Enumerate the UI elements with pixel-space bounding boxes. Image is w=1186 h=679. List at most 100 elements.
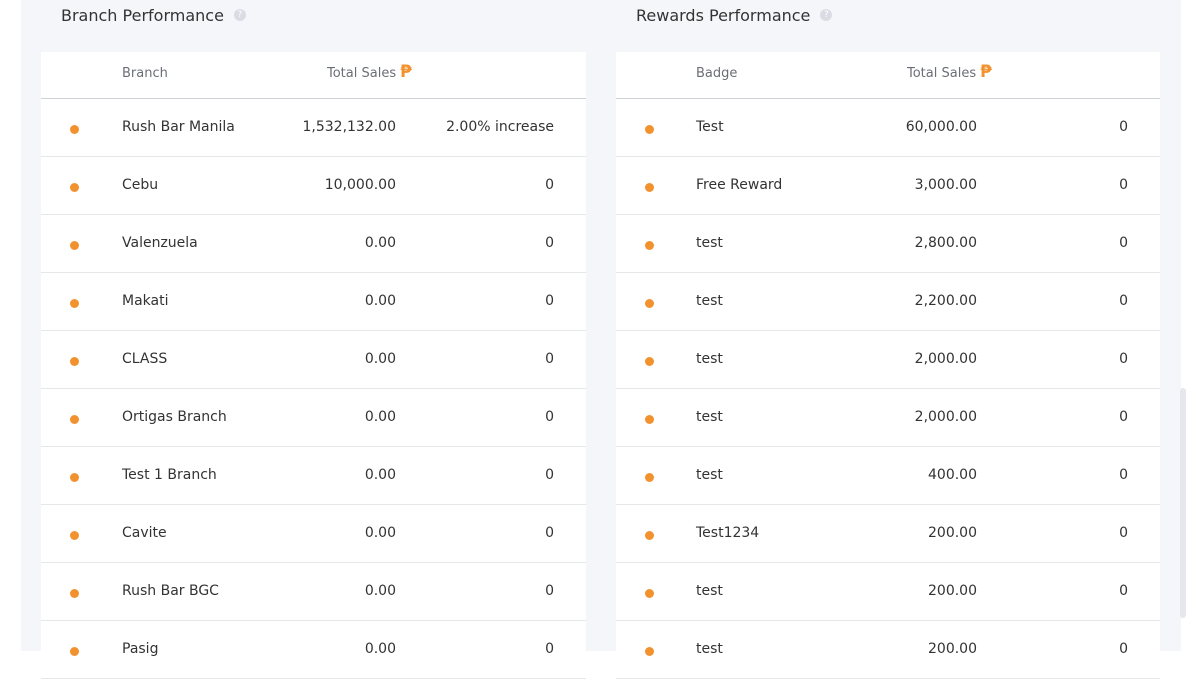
row-change: 0 — [545, 583, 554, 599]
table-row[interactable]: Pasig 0.00 0 — [41, 621, 586, 679]
row-total-sales: 0.00 — [364, 409, 396, 425]
status-dot — [70, 241, 79, 250]
row-name: Rush Bar BGC — [122, 583, 219, 599]
table-body: Test 60,000.00 0 Free Reward 3,000.00 0 test 2,… — [616, 99, 1160, 679]
table-row[interactable]: Rush Bar BGC 0.00 0 — [41, 563, 586, 621]
column-header-total-sales[interactable]: Total Sales ₱ — [327, 62, 412, 82]
page-scrollbar[interactable] — [1180, 388, 1186, 618]
row-name: Test 1 Branch — [122, 467, 217, 483]
table-row[interactable]: Free Reward 3,000.00 0 — [616, 157, 1160, 215]
table-row[interactable]: Makati 0.00 0 — [41, 273, 586, 331]
row-name: test — [696, 467, 723, 483]
row-total-sales: 400.00 — [928, 467, 977, 483]
table-row[interactable]: Test1234 200.00 0 — [616, 505, 1160, 563]
row-total-sales: 2,000.00 — [914, 351, 977, 367]
row-name: Makati — [122, 293, 169, 309]
row-total-sales: 2,200.00 — [914, 293, 977, 309]
table-row[interactable]: Test 60,000.00 0 — [616, 99, 1160, 157]
column-header-total-sales[interactable]: Total Sales ₱ — [907, 62, 992, 82]
row-total-sales: 0.00 — [364, 583, 396, 599]
row-change: 0 — [1119, 119, 1128, 135]
peso-icon: ₱ — [980, 62, 992, 82]
rewards-performance-panel: Rewards Performance ? Badge Total Sales ₱… — [616, 0, 1160, 679]
row-total-sales: 0.00 — [364, 351, 396, 367]
table-row[interactable]: Cavite 0.00 0 — [41, 505, 586, 563]
row-name: CLASS — [122, 351, 168, 367]
row-total-sales: 1,532,132.00 — [302, 119, 396, 135]
panel-title: Branch Performance — [61, 5, 224, 25]
row-change: 0 — [1119, 235, 1128, 251]
column-header-branch[interactable]: Branch — [122, 66, 168, 81]
table-row[interactable]: test 2,000.00 0 — [616, 331, 1160, 389]
table-row[interactable]: Valenzuela 0.00 0 — [41, 215, 586, 273]
status-dot — [70, 531, 79, 540]
row-change: 0 — [1119, 467, 1128, 483]
status-dot — [645, 473, 654, 482]
table-row[interactable]: test 200.00 0 — [616, 621, 1160, 679]
status-dot — [645, 357, 654, 366]
row-change: 0 — [545, 235, 554, 251]
table-row[interactable]: Ortigas Branch 0.00 0 — [41, 389, 586, 447]
row-name: test — [696, 641, 723, 657]
table-body: Rush Bar Manila 1,532,132.00 2.00% increas… — [41, 99, 586, 679]
row-total-sales: 10,000.00 — [324, 177, 396, 193]
status-dot — [70, 125, 79, 134]
status-dot — [645, 415, 654, 424]
row-total-sales: 200.00 — [928, 641, 977, 657]
help-icon[interactable]: ? — [820, 9, 833, 21]
row-name: Ortigas Branch — [122, 409, 227, 425]
table-row[interactable]: test 2,000.00 0 — [616, 389, 1160, 447]
status-dot — [645, 241, 654, 250]
status-dot — [70, 589, 79, 598]
table-row[interactable]: Cebu 10,000.00 0 — [41, 157, 586, 215]
status-dot — [70, 647, 79, 656]
column-header-label: Total Sales — [327, 66, 397, 81]
table-row[interactable]: test 2,800.00 0 — [616, 215, 1160, 273]
row-change: 0 — [1119, 293, 1128, 309]
row-change: 0 — [1119, 641, 1128, 657]
help-icon[interactable]: ? — [233, 9, 246, 21]
status-dot — [70, 357, 79, 366]
status-dot — [70, 183, 79, 192]
status-dot — [645, 589, 654, 598]
row-total-sales: 0.00 — [364, 641, 396, 657]
row-name: test — [696, 235, 723, 251]
branch-performance-header: Branch Performance ? — [61, 4, 246, 26]
row-total-sales: 0.00 — [364, 293, 396, 309]
table-row[interactable]: CLASS 0.00 0 — [41, 331, 586, 389]
row-change: 0 — [545, 177, 554, 193]
row-change: 0 — [545, 525, 554, 541]
column-header-label: Total Sales — [907, 66, 977, 81]
column-header-badge[interactable]: Badge — [696, 66, 737, 81]
row-name: test — [696, 409, 723, 425]
rewards-performance-table: Badge Total Sales ₱ Test 60,000.00 0 Free Re… — [616, 52, 1160, 679]
row-name: Cavite — [122, 525, 167, 541]
row-change: 0 — [1119, 525, 1128, 541]
row-change: 0 — [545, 409, 554, 425]
rewards-performance-header: Rewards Performance ? — [636, 4, 833, 26]
row-change: 0 — [1119, 177, 1128, 193]
peso-icon: ₱ — [400, 62, 412, 82]
row-total-sales: 200.00 — [928, 525, 977, 541]
status-dot — [645, 183, 654, 192]
row-total-sales: 2,800.00 — [914, 235, 977, 251]
row-name: Valenzuela — [122, 235, 198, 251]
status-dot — [645, 647, 654, 656]
row-name: test — [696, 293, 723, 309]
row-name: Rush Bar Manila — [122, 119, 235, 135]
branch-performance-panel: Branch Performance ? Branch Total Sales ₱… — [41, 0, 586, 679]
row-name: Pasig — [122, 641, 159, 657]
row-name: Cebu — [122, 177, 159, 193]
table-row[interactable]: Test 1 Branch 0.00 0 — [41, 447, 586, 505]
table-row[interactable]: test 400.00 0 — [616, 447, 1160, 505]
table-row[interactable]: test 2,200.00 0 — [616, 273, 1160, 331]
row-change: 0 — [545, 641, 554, 657]
branch-performance-table: Branch Total Sales ₱ Rush Bar Manila 1,532… — [41, 52, 586, 679]
table-row[interactable]: Rush Bar Manila 1,532,132.00 2.00% increas… — [41, 99, 586, 157]
row-name: Test — [696, 119, 724, 135]
status-dot — [70, 299, 79, 308]
row-total-sales: 200.00 — [928, 583, 977, 599]
row-name: test — [696, 583, 723, 599]
table-row[interactable]: test 200.00 0 — [616, 563, 1160, 621]
row-total-sales: 60,000.00 — [905, 119, 977, 135]
